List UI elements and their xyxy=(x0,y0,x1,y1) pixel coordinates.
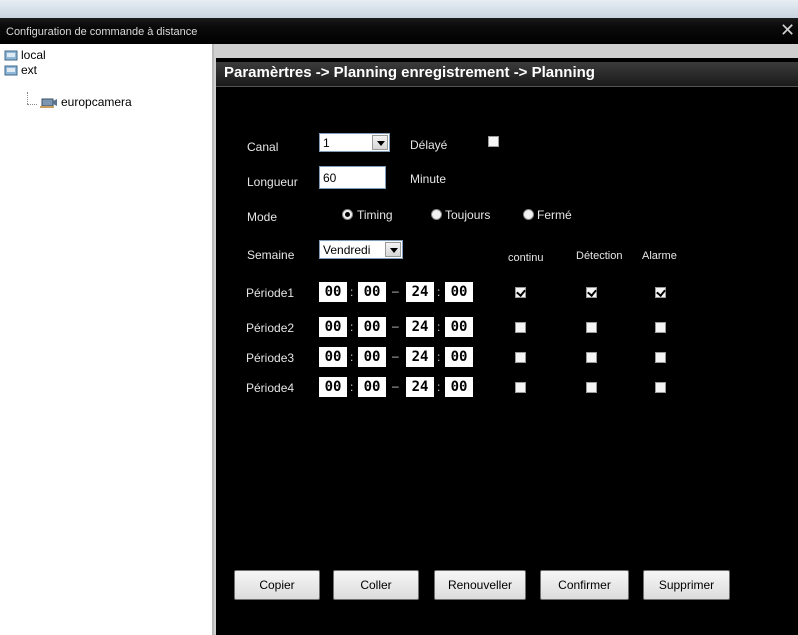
semaine-select[interactable]: Vendredi xyxy=(319,240,403,259)
detection-checkbox[interactable] xyxy=(586,352,597,363)
end-minute-input[interactable]: 00 xyxy=(445,377,473,397)
renouveller-button[interactable]: Renouveller xyxy=(434,570,526,600)
period-label: Période1 xyxy=(246,286,295,300)
supprimer-button[interactable]: Supprimer xyxy=(643,570,730,600)
tree-item-europcamera[interactable]: europcamera xyxy=(40,95,132,109)
start-hour-input[interactable]: 00 xyxy=(319,347,347,367)
canal-label: Canal xyxy=(247,140,279,154)
time-separator: : xyxy=(437,380,441,394)
start-hour-input[interactable]: 00 xyxy=(319,317,347,337)
continu-checkbox[interactable] xyxy=(515,287,526,298)
chevron-down-icon[interactable] xyxy=(372,135,388,150)
end-minute-input[interactable]: 00 xyxy=(445,317,473,337)
tree-guide-line xyxy=(27,92,28,104)
time-separator: : xyxy=(437,320,441,334)
confirmer-button[interactable]: Confirmer xyxy=(540,570,629,600)
tree-item-label: ext xyxy=(21,63,38,77)
title-bar-highlight xyxy=(0,0,798,18)
continu-checkbox[interactable] xyxy=(515,352,526,363)
mode-radio-ferme[interactable] xyxy=(523,209,534,220)
tree-item-ext[interactable]: ext xyxy=(4,63,37,77)
coller-button[interactable]: Coller xyxy=(333,570,419,600)
copier-button[interactable]: Copier xyxy=(234,570,320,600)
alarme-checkbox[interactable] xyxy=(655,287,666,298)
longueur-input[interactable] xyxy=(319,166,386,189)
time-separator: : xyxy=(350,285,354,299)
column-header-continu: continu xyxy=(508,252,544,264)
start-hour-input[interactable]: 00 xyxy=(319,282,347,302)
start-minute-input[interactable]: 00 xyxy=(358,282,386,302)
continu-checkbox[interactable] xyxy=(515,382,526,393)
chevron-down-icon[interactable] xyxy=(385,242,401,257)
period-label: Période2 xyxy=(246,321,295,335)
mode-label: Mode xyxy=(247,210,278,224)
time-separator: : xyxy=(350,320,354,334)
semaine-value: Vendredi xyxy=(323,243,371,257)
delaye-label: Délayé xyxy=(410,138,448,152)
column-header-alarme: Alarme xyxy=(642,250,677,262)
range-separator: – xyxy=(392,379,399,393)
period-label: Période4 xyxy=(246,381,295,395)
detection-checkbox[interactable] xyxy=(586,287,597,298)
end-minute-input[interactable]: 00 xyxy=(445,347,473,367)
delaye-checkbox[interactable] xyxy=(488,136,499,147)
mode-radio-toujours[interactable] xyxy=(431,209,442,220)
folder-device-icon xyxy=(4,65,18,76)
alarme-checkbox[interactable] xyxy=(655,382,666,393)
alarme-checkbox[interactable] xyxy=(655,352,666,363)
semaine-label: Semaine xyxy=(247,248,295,262)
time-separator: : xyxy=(350,350,354,364)
end-hour-input[interactable]: 24 xyxy=(406,377,434,397)
continu-checkbox[interactable] xyxy=(515,322,526,333)
tree-guide-line xyxy=(27,104,37,105)
mode-option-label: Toujours xyxy=(445,208,491,222)
column-header-detection: Détection xyxy=(576,250,623,262)
end-hour-input[interactable]: 24 xyxy=(406,347,434,367)
window-title: Configuration de commande à distance xyxy=(6,26,198,38)
folder-device-icon xyxy=(4,50,18,61)
alarme-checkbox[interactable] xyxy=(655,322,666,333)
mode-option-label: Timing xyxy=(357,208,393,222)
range-separator: – xyxy=(392,349,399,363)
mode-radio-timing[interactable] xyxy=(342,209,353,220)
time-separator: : xyxy=(350,380,354,394)
time-separator: : xyxy=(437,350,441,364)
close-icon[interactable]: ✕ xyxy=(780,22,795,40)
detection-checkbox[interactable] xyxy=(586,382,597,393)
start-minute-input[interactable]: 00 xyxy=(358,377,386,397)
start-minute-input[interactable]: 00 xyxy=(358,317,386,337)
range-separator: – xyxy=(392,284,399,298)
canal-value: 1 xyxy=(323,136,330,150)
camera-icon xyxy=(40,98,57,108)
detection-checkbox[interactable] xyxy=(586,322,597,333)
breadcrumb-title: Paramèrtres -> Planning enregistrement -… xyxy=(224,64,595,81)
longueur-label: Longueur xyxy=(247,175,298,189)
device-tree: local ext europcamera xyxy=(0,44,214,635)
start-hour-input[interactable]: 00 xyxy=(319,377,347,397)
start-minute-input[interactable]: 00 xyxy=(358,347,386,367)
time-separator: : xyxy=(437,285,441,299)
tree-item-local[interactable]: local xyxy=(4,48,46,62)
range-separator: – xyxy=(392,319,399,333)
mode-option-label: Fermé xyxy=(537,208,572,222)
settings-panel xyxy=(216,58,798,635)
minute-label: Minute xyxy=(410,172,447,186)
period-label: Période3 xyxy=(246,351,295,365)
tree-item-label: local xyxy=(21,48,46,62)
end-hour-input[interactable]: 24 xyxy=(406,282,434,302)
tree-item-label: europcamera xyxy=(61,95,132,109)
end-minute-input[interactable]: 00 xyxy=(445,282,473,302)
canal-select[interactable]: 1 xyxy=(319,133,390,152)
end-hour-input[interactable]: 24 xyxy=(406,317,434,337)
